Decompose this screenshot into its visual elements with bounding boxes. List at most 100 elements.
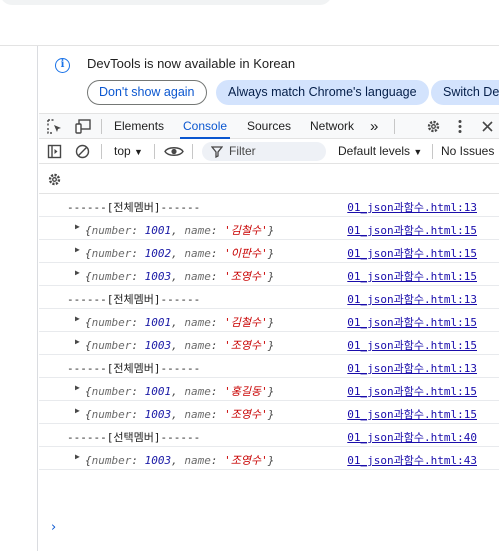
punctuation: , [171, 454, 185, 467]
always-match-language-button[interactable]: Always match Chrome's language [216, 80, 429, 105]
settings-gear-icon[interactable] [426, 119, 441, 134]
chevron-down-icon: ▼ [134, 147, 143, 157]
property-key: number [91, 385, 132, 398]
property-number-value: 1003 [144, 270, 172, 283]
expand-triangle-icon[interactable]: ▶ [75, 222, 80, 231]
source-link[interactable]: 01_json과함수.html:15 [347, 337, 477, 353]
console-settings-gear-icon[interactable] [47, 172, 62, 187]
object-preview[interactable]: {number: 1003, name: '조영수'} [85, 406, 274, 422]
log-levels-label: Default levels [338, 144, 411, 158]
console-log-row: ------[선택멤버]------ 01_json과함수.html:40 [39, 424, 499, 447]
devtools-tabbar: Elements Console Sources Network » [39, 113, 499, 139]
punctuation: , [171, 408, 185, 421]
property-string-value: '조영수' [224, 408, 268, 421]
source-link[interactable]: 01_json과함수.html:15 [347, 406, 477, 422]
more-tabs-button[interactable]: » [370, 114, 378, 139]
device-toolbar-icon[interactable] [75, 119, 91, 134]
console-object-row[interactable]: ▶ {number: 1001, name: '홍길동'} 01_json과함수.h… [39, 378, 499, 401]
object-preview[interactable]: {number: 1003, name: '조영수'} [85, 452, 274, 468]
punctuation: , [171, 339, 185, 352]
punctuation: { [85, 270, 92, 283]
property-key: number [91, 454, 132, 467]
console-filter-bar: top ▼ Filter Default levels ▼ No Issues [39, 139, 499, 164]
property-key: name [184, 454, 211, 467]
object-preview[interactable]: {number: 1001, name: '김철수'} [85, 314, 274, 330]
property-number-value: 1001 [144, 385, 172, 398]
punctuation: : [131, 247, 145, 260]
source-link[interactable]: 01_json과함수.html:43 [347, 452, 477, 468]
source-link[interactable]: 01_json과함수.html:15 [347, 222, 477, 238]
object-preview[interactable]: {number: 1002, name: '이판수'} [85, 245, 274, 261]
punctuation: : [210, 316, 225, 329]
object-preview[interactable]: {number: 1001, name: '홍길동'} [85, 383, 274, 399]
object-preview[interactable]: {number: 1003, name: '조영수'} [85, 337, 274, 353]
filter-placeholder: Filter [229, 144, 256, 158]
punctuation: : [131, 408, 145, 421]
expand-triangle-icon[interactable]: ▶ [75, 383, 80, 392]
inspect-element-icon[interactable] [47, 119, 62, 134]
property-key: name [184, 224, 211, 237]
object-preview[interactable]: {number: 1001, name: '김철수'} [85, 222, 274, 238]
expand-triangle-icon[interactable]: ▶ [75, 268, 80, 277]
close-icon[interactable] [481, 120, 494, 133]
console-object-row[interactable]: ▶ {number: 1002, name: '이판수'} 01_json과함수.h… [39, 240, 499, 263]
punctuation: { [85, 316, 92, 329]
tab-console[interactable]: Console [179, 114, 231, 139]
live-expression-eye-icon[interactable] [164, 144, 184, 159]
expand-triangle-icon[interactable]: ▶ [75, 245, 80, 254]
property-key: number [91, 224, 132, 237]
expand-triangle-icon[interactable]: ▶ [75, 314, 80, 323]
log-text: ------[전체멤버]------ [67, 362, 201, 375]
console-object-row[interactable]: ▶ {number: 1003, name: '조영수'} 01_json과함수.h… [39, 401, 499, 424]
sidebar-toggle-icon[interactable] [47, 144, 62, 159]
console-object-row[interactable]: ▶ {number: 1001, name: '김철수'} 01_json과함수.h… [39, 217, 499, 240]
expand-triangle-icon[interactable]: ▶ [75, 406, 80, 415]
property-number-value: 1001 [144, 224, 172, 237]
source-link[interactable]: 01_json과함수.html:13 [347, 291, 477, 307]
tab-sources[interactable]: Sources [247, 114, 291, 139]
punctuation: : [131, 454, 145, 467]
punctuation: : [210, 408, 225, 421]
console-object-row[interactable]: ▶ {number: 1003, name: '조영수'} 01_json과함수.h… [39, 332, 499, 355]
dont-show-again-button[interactable]: Don't show again [87, 80, 207, 105]
punctuation: , [171, 224, 185, 237]
source-link[interactable]: 01_json과함수.html:15 [347, 314, 477, 330]
punctuation: : [210, 339, 225, 352]
console-settings-row [39, 164, 499, 194]
toolbar-divider [154, 144, 155, 159]
property-key: name [184, 247, 211, 260]
toolbar-divider [394, 119, 395, 134]
console-object-row[interactable]: ▶ {number: 1003, name: '조영수'} 01_json과함수.h… [39, 447, 499, 470]
context-selector[interactable]: top ▼ [114, 144, 143, 158]
console-object-row[interactable]: ▶ {number: 1003, name: '조영수'} 01_json과함수.h… [39, 263, 499, 286]
log-text: ------[전체멤버]------ [67, 201, 201, 214]
tab-elements[interactable]: Elements [114, 114, 164, 139]
issues-counter[interactable]: No Issues [441, 144, 494, 158]
source-link[interactable]: 01_json과함수.html:15 [347, 383, 477, 399]
console-object-row[interactable]: ▶ {number: 1001, name: '김철수'} 01_json과함수.h… [39, 309, 499, 332]
source-link[interactable]: 01_json과함수.html:15 [347, 268, 477, 284]
filter-input[interactable]: Filter [202, 142, 326, 161]
source-link[interactable]: 01_json과함수.html:13 [347, 360, 477, 376]
source-link[interactable]: 01_json과함수.html:13 [347, 199, 477, 215]
console-prompt[interactable]: › [51, 520, 56, 535]
devtools-panel: i DevTools is now available in Korean Do… [39, 46, 499, 551]
source-link[interactable]: 01_json과함수.html:40 [347, 429, 477, 445]
switch-language-button[interactable]: Switch Dev [431, 80, 499, 105]
expand-triangle-icon[interactable]: ▶ [75, 452, 80, 461]
filter-funnel-icon [211, 146, 223, 158]
expand-triangle-icon[interactable]: ▶ [75, 337, 80, 346]
property-number-value: 1002 [144, 247, 172, 260]
property-key: number [91, 247, 132, 260]
tab-network[interactable]: Network [310, 114, 354, 139]
infobar-message: DevTools is now available in Korean [87, 56, 296, 71]
source-link[interactable]: 01_json과함수.html:15 [347, 245, 477, 261]
clear-console-icon[interactable] [75, 144, 90, 159]
punctuation: : [131, 224, 145, 237]
object-preview[interactable]: {number: 1003, name: '조영수'} [85, 268, 274, 284]
more-options-icon[interactable] [456, 119, 464, 134]
property-string-value: '김철수' [224, 316, 268, 329]
console-log-row: ------[전체멤버]------ 01_json과함수.html:13 [39, 355, 499, 378]
punctuation: } [267, 385, 275, 398]
log-levels-dropdown[interactable]: Default levels ▼ [338, 144, 422, 158]
